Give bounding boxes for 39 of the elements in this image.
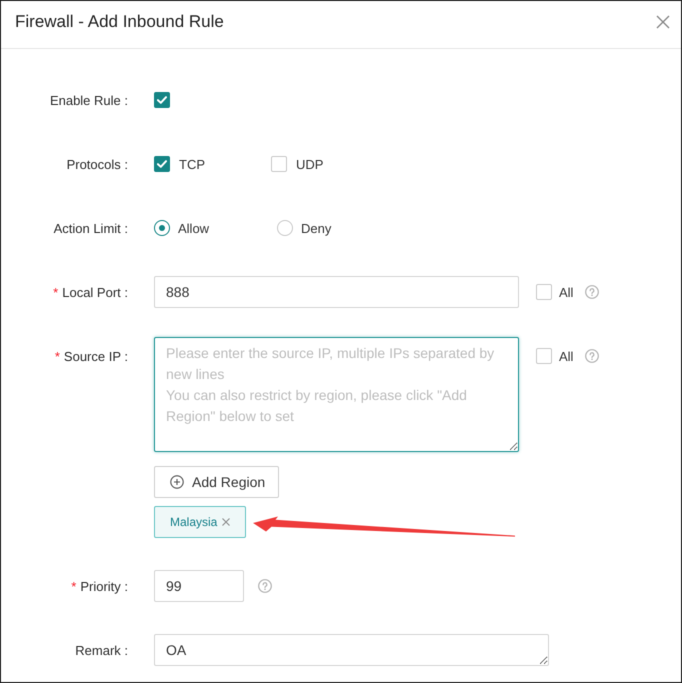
radio-button[interactable] — [154, 220, 170, 236]
checkbox[interactable] — [271, 156, 287, 172]
checkmark-icon — [157, 96, 167, 104]
help-icon[interactable] — [258, 579, 272, 593]
option-label[interactable]: Deny — [301, 220, 332, 236]
add-region-button[interactable]: Add Region — [154, 466, 279, 498]
required-mark: * — [71, 578, 76, 594]
textarea-field[interactable]: OA — [154, 634, 549, 666]
window-title: Firewall - Add Inbound Rule — [15, 11, 224, 33]
field-label: Source IP : — [64, 348, 128, 364]
plus-circle-icon — [170, 475, 184, 489]
field-label: Priority : — [80, 578, 128, 594]
remove-icon[interactable] — [222, 518, 230, 526]
option-label[interactable]: TCP — [179, 156, 205, 172]
close-button[interactable] — [656, 15, 670, 29]
close-icon — [656, 15, 670, 29]
field-label: Action Limit : — [54, 220, 128, 236]
checkbox[interactable] — [154, 92, 170, 108]
field-label: Remark : — [75, 642, 128, 658]
field-label: Enable Rule : — [50, 92, 128, 108]
required-mark: * — [53, 284, 58, 300]
checkbox[interactable] — [536, 284, 552, 300]
textarea-field[interactable]: Please enter the source IP, multiple IPs separated by new lines You can also restrict by region, please click "Add Region" below to set — [154, 337, 519, 452]
option-label[interactable]: Allow — [178, 220, 210, 236]
field-label: Local Port : — [62, 284, 128, 300]
checkbox[interactable] — [536, 348, 552, 364]
field-label: Protocols : — [66, 156, 128, 172]
input-field[interactable]: 888 — [154, 276, 519, 308]
checkbox[interactable] — [154, 156, 170, 172]
required-mark: * — [54, 348, 60, 364]
help-icon[interactable] — [585, 285, 600, 299]
tag-label: Malaysia — [170, 515, 218, 529]
option-label[interactable]: UDP — [296, 156, 324, 172]
option-label[interactable]: All — [559, 348, 574, 364]
help-icon[interactable] — [585, 349, 600, 363]
option-label[interactable]: All — [559, 284, 574, 300]
input-field[interactable]: 99 — [154, 570, 244, 602]
radio-button[interactable] — [277, 220, 293, 236]
checkmark-icon — [157, 160, 167, 168]
